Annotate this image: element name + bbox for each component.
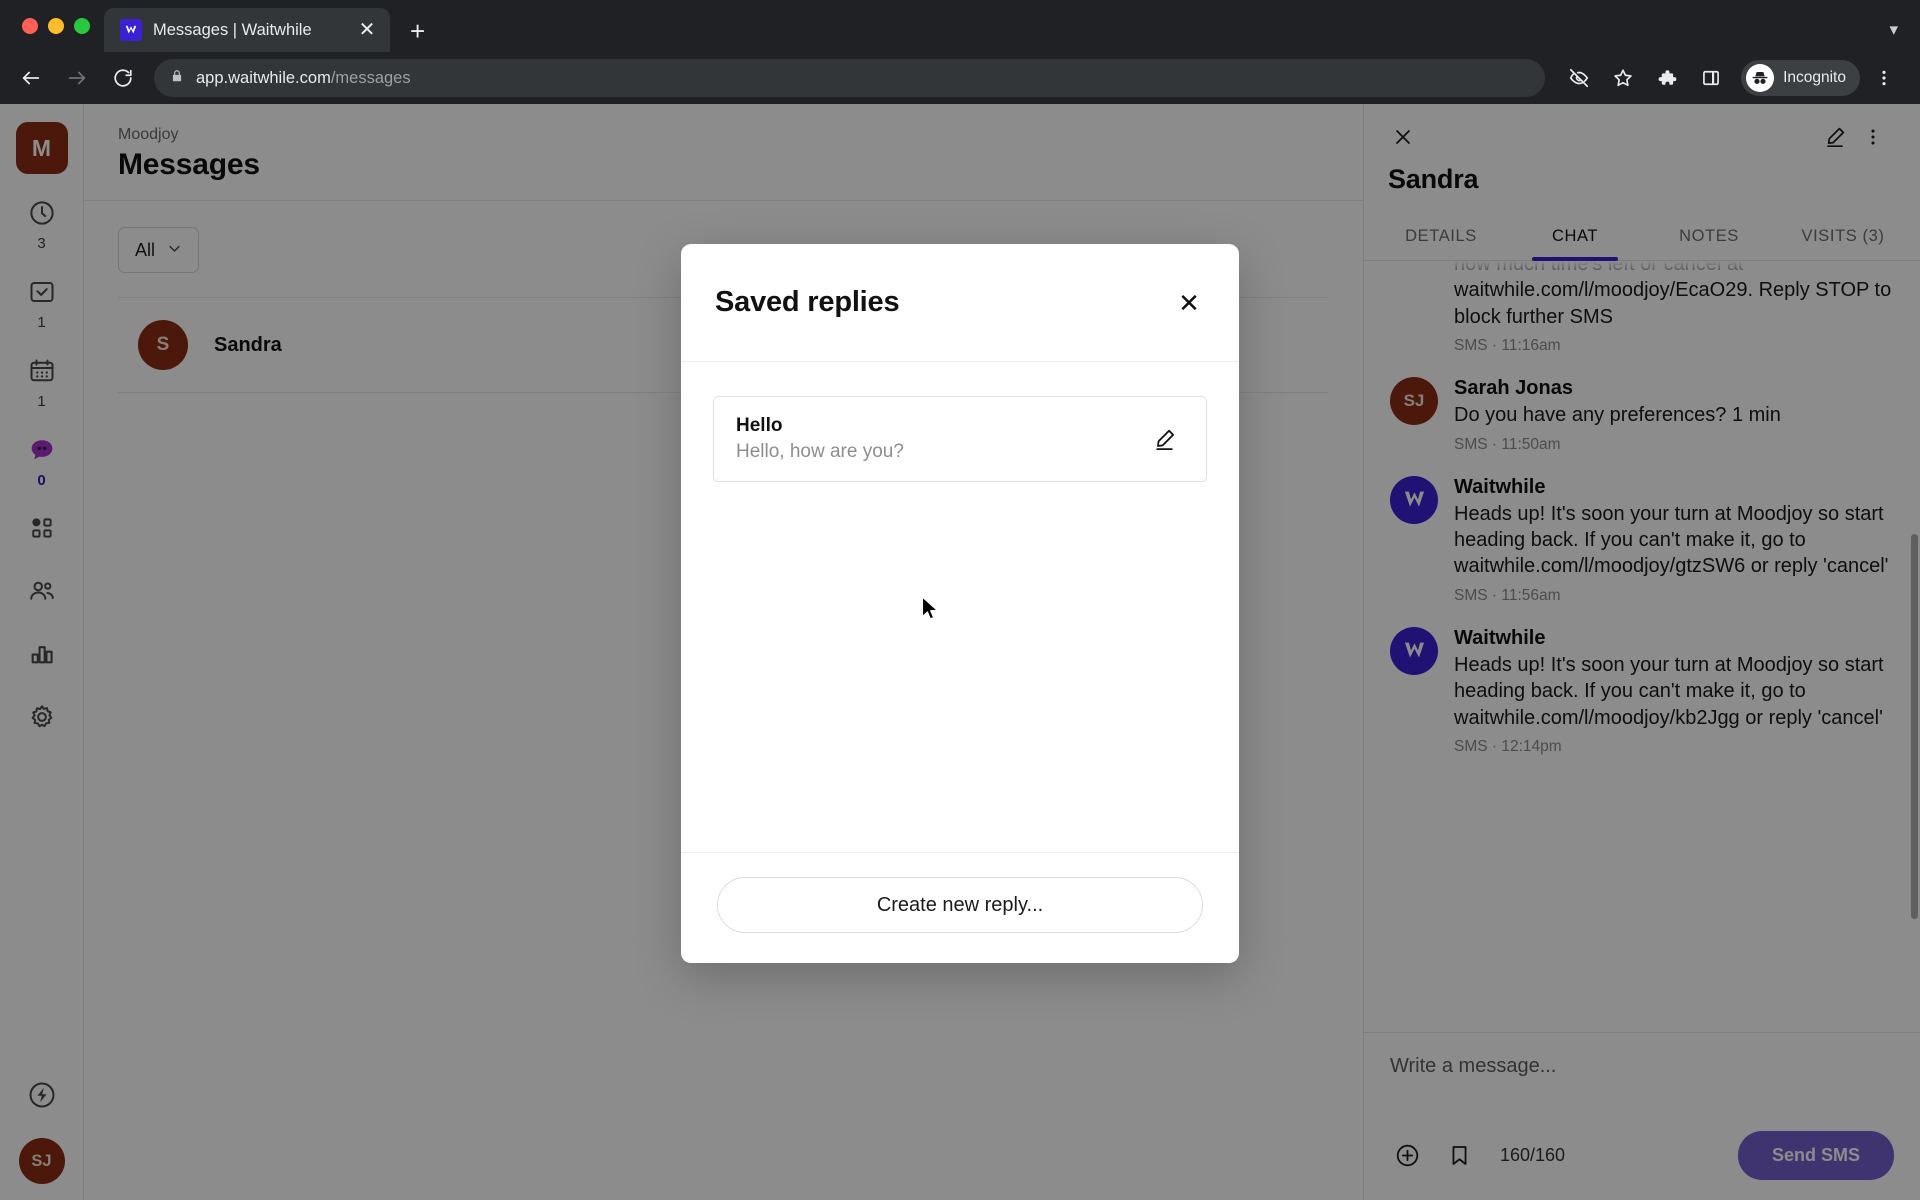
arrow-left-icon[interactable] — [10, 57, 52, 99]
address-bar-url: app.waitwhile.com/messages — [196, 69, 411, 88]
waitwhile-favicon — [120, 19, 142, 41]
url-path: /messages — [330, 68, 411, 87]
minimize-window-button[interactable] — [48, 18, 64, 34]
star-icon[interactable] — [1603, 58, 1643, 98]
window-traffic-lights — [10, 0, 104, 52]
dialog-header: Saved replies ✕ — [681, 244, 1239, 362]
arrow-right-icon[interactable] — [56, 57, 98, 99]
browser-toolbar: app.waitwhile.com/messages Incognito — [0, 52, 1920, 104]
dialog-body: Hello Hello, how are you? — [681, 362, 1239, 852]
dialog-footer: Create new reply... — [681, 852, 1239, 963]
kebab-menu-icon[interactable] — [1864, 58, 1904, 98]
browser-tab-active[interactable]: Messages | Waitwhile ✕ — [104, 8, 390, 52]
tab-strip: Messages | Waitwhile ✕ + ▾ — [0, 0, 1920, 52]
incognito-label: Incognito — [1783, 69, 1846, 86]
saved-reply-item[interactable]: Hello Hello, how are you? — [713, 396, 1207, 482]
saved-replies-dialog: Saved replies ✕ Hello Hello, how are you… — [681, 244, 1239, 963]
pencil-icon[interactable] — [1144, 419, 1184, 459]
eye-off-icon[interactable] — [1559, 58, 1599, 98]
lock-icon — [170, 68, 184, 89]
browser-chrome: Messages | Waitwhile ✕ + ▾ app.waitwhile… — [0, 0, 1920, 104]
close-window-button[interactable] — [22, 18, 38, 34]
chevron-down-icon[interactable]: ▾ — [1889, 20, 1898, 40]
reload-icon[interactable] — [102, 57, 144, 99]
saved-reply-preview: Hello, how are you? — [736, 441, 904, 462]
close-icon[interactable]: ✕ — [356, 20, 378, 40]
address-bar[interactable]: app.waitwhile.com/messages — [154, 59, 1546, 97]
side-panel-icon[interactable] — [1691, 58, 1731, 98]
saved-reply-text: Hello Hello, how are you? — [736, 415, 1128, 463]
saved-reply-title: Hello — [736, 415, 783, 436]
dialog-title: Saved replies — [715, 286, 900, 318]
browser-tab-title: Messages | Waitwhile — [153, 20, 312, 39]
page-viewport: M 3 1 1 0 SJ Moodjoy Messages All S Sand… — [0, 104, 1920, 1200]
plus-icon[interactable]: + — [410, 18, 425, 44]
url-host: app.waitwhile.com — [196, 68, 331, 87]
close-icon[interactable]: ✕ — [1173, 290, 1205, 316]
incognito-hat-icon — [1746, 64, 1775, 92]
incognito-indicator[interactable]: Incognito — [1741, 60, 1860, 96]
create-new-reply-button[interactable]: Create new reply... — [717, 877, 1203, 933]
extensions-puzzle-icon[interactable] — [1647, 58, 1687, 98]
maximize-window-button[interactable] — [74, 18, 90, 34]
